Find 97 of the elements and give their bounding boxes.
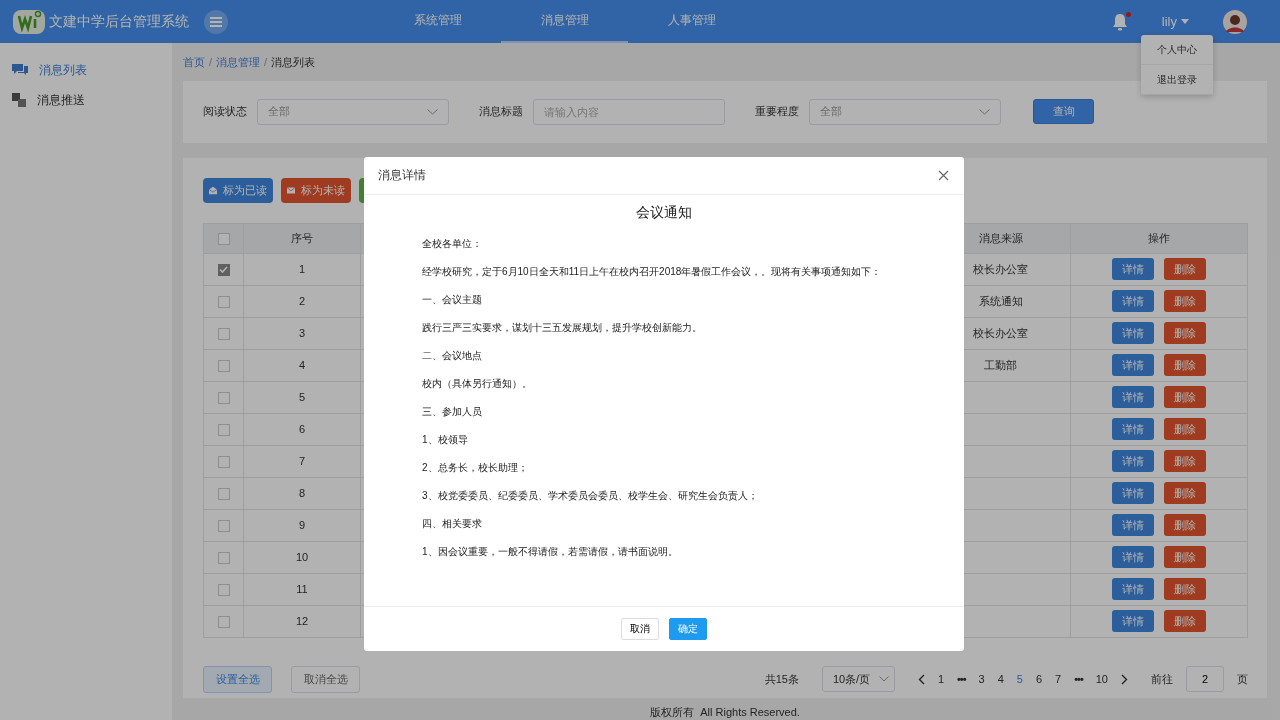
details-button[interactable]: 详情 — [1112, 482, 1154, 505]
delete-button[interactable]: 删除 — [1164, 514, 1206, 537]
page-input[interactable]: 2 — [1186, 666, 1224, 693]
total-count: 共15条 — [764, 671, 799, 687]
goto-label: 前往 — [1151, 671, 1173, 687]
notice-paragraph: 3、校党委委员、纪委委员、学术委员会委员、校学生会、研究生会负责人； — [422, 489, 759, 503]
delete-button[interactable]: 删除 — [1164, 610, 1206, 633]
toolbar-button[interactable]: 标为未读 — [281, 177, 351, 203]
breadcrumb-link[interactable]: 首页 — [183, 54, 205, 70]
table-cell: 10 — [243, 541, 361, 574]
details-button[interactable]: 详情 — [1112, 258, 1154, 281]
notice-paragraph: 1、校领导 — [422, 433, 469, 447]
table-cell: 8 — [243, 477, 361, 510]
delete-button[interactable]: 删除 — [1164, 418, 1206, 441]
delete-button[interactable]: 删除 — [1164, 482, 1206, 505]
table-cell: 5 — [243, 381, 361, 414]
page-link[interactable]: ••• — [957, 673, 966, 686]
details-button[interactable]: 详情 — [1112, 386, 1154, 409]
copyright: 版权所有 All Rights Reserved. — [649, 705, 801, 720]
delete-button[interactable]: 删除 — [1164, 322, 1206, 345]
page-link[interactable]: ••• — [1074, 673, 1083, 686]
bulk-button[interactable]: 取消全选 — [291, 665, 360, 693]
breadcrumb-separator: / — [209, 56, 213, 69]
notice-paragraph: 1、因会议重要，一般不得请假，若需请假，请书面说明。 — [422, 545, 679, 559]
table-cell: 7 — [243, 445, 361, 478]
page-link[interactable]: 6 — [1035, 673, 1043, 686]
query-button[interactable]: 查询 — [1033, 99, 1094, 125]
page-suffix: 页 — [1237, 671, 1248, 687]
dropdown-item[interactable]: 个人中心 — [1141, 35, 1213, 65]
page-link[interactable]: 10 — [1095, 673, 1108, 686]
table-cell: 6 — [243, 413, 361, 446]
delete-button[interactable]: 删除 — [1164, 578, 1206, 601]
delete-button[interactable]: 删除 — [1164, 290, 1206, 313]
table-cell: 11 — [243, 573, 361, 606]
nav-tab[interactable]: 消息管理 — [501, 0, 628, 43]
sidebar-item[interactable]: 消息列表 — [0, 55, 172, 85]
page-link[interactable]: 1 — [937, 673, 944, 686]
nav-tab[interactable]: 人事管理 — [628, 0, 755, 43]
details-button[interactable]: 详情 — [1112, 546, 1154, 569]
table-cell: 12 — [243, 605, 361, 638]
table-cell: 校长办公室 — [973, 326, 1028, 339]
table-cell: 1 — [243, 253, 361, 286]
page-link[interactable]: 5 — [1016, 673, 1023, 686]
table-cell: 2 — [243, 285, 361, 318]
user-menu[interactable]: lily — [1161, 14, 1189, 29]
delete-button[interactable]: 删除 — [1164, 546, 1206, 569]
column-header: 序号 — [243, 223, 361, 254]
table-cell: 9 — [243, 509, 361, 542]
cancel-button[interactable]: 取消 — [621, 618, 659, 640]
filter-label: 消息标题 — [479, 104, 523, 120]
details-button[interactable]: 详情 — [1112, 322, 1154, 345]
details-button[interactable]: 详情 — [1112, 418, 1154, 441]
nav-tab[interactable]: 系统管理 — [374, 0, 501, 43]
dropdown-item[interactable]: 退出登录 — [1141, 65, 1213, 95]
table-cell: 3 — [243, 317, 361, 350]
delete-button[interactable]: 删除 — [1164, 354, 1206, 377]
page-size-select[interactable]: 10条/页 — [821, 666, 895, 693]
filter-label: 重要程度 — [755, 104, 799, 120]
page-link[interactable]: 7 — [1055, 673, 1062, 686]
table-cell: 4 — [243, 349, 361, 382]
breadcrumb-link[interactable]: 消息列表 — [271, 54, 316, 70]
table-cell: 工勤部 — [984, 358, 1017, 371]
page-link[interactable]: 3 — [978, 673, 985, 686]
delete-button[interactable]: 删除 — [1164, 450, 1206, 473]
breadcrumb-link[interactable]: 消息管理 — [216, 54, 261, 70]
notice-paragraph: 四、相关要求 — [422, 517, 483, 531]
delete-button[interactable]: 删除 — [1164, 258, 1206, 281]
delete-button[interactable]: 删除 — [1164, 386, 1206, 409]
bulk-button[interactable]: 设置全选 — [203, 665, 272, 693]
details-button[interactable]: 详情 — [1112, 610, 1154, 633]
toolbar-button[interactable]: 标为已读 — [203, 177, 273, 203]
notice-heading: 会议通知 — [635, 204, 693, 222]
sidebar-item[interactable]: 消息推送 — [0, 85, 172, 115]
notice-paragraph: 经学校研究，定于6月10日全天和11日上午在校内召开2018年暑假工作会议，。现将有关事项通知如下： — [422, 265, 883, 279]
app-title: 文建中学后台管理系统 — [49, 12, 189, 31]
filter-label: 阅读状态 — [203, 104, 247, 120]
page-link[interactable]: 4 — [997, 673, 1004, 686]
breadcrumb-separator: / — [264, 56, 268, 69]
notice-paragraph: 三、参加人员 — [422, 405, 483, 419]
notice-paragraph: 二、会议地点 — [422, 349, 483, 363]
details-button[interactable]: 详情 — [1112, 578, 1154, 601]
column-header: 操作 — [1070, 223, 1248, 254]
confirm-button[interactable]: 确定 — [669, 618, 707, 640]
notice-paragraph: 一、会议主题 — [422, 293, 483, 307]
dialog-title: 消息详情 — [378, 167, 426, 184]
table-cell: 校长办公室 — [973, 262, 1028, 275]
table-cell: 系统通知 — [978, 294, 1023, 307]
details-button[interactable]: 详情 — [1112, 290, 1154, 313]
select-field[interactable]: 全部 — [809, 98, 1001, 125]
details-button[interactable]: 详情 — [1112, 450, 1154, 473]
select-field[interactable]: 全部 — [257, 98, 449, 125]
details-button[interactable]: 详情 — [1112, 514, 1154, 537]
notice-paragraph: 2、总务长，校长助理； — [422, 461, 529, 475]
details-button[interactable]: 详情 — [1112, 354, 1154, 377]
notice-paragraph: 践行三严三实要求，谋划十三五发展规划，提升学校创新能力。 — [422, 321, 703, 335]
notice-paragraph: 校内（具体另行通知）。 — [422, 377, 533, 391]
notice-paragraph: 全校各单位： — [422, 237, 483, 251]
